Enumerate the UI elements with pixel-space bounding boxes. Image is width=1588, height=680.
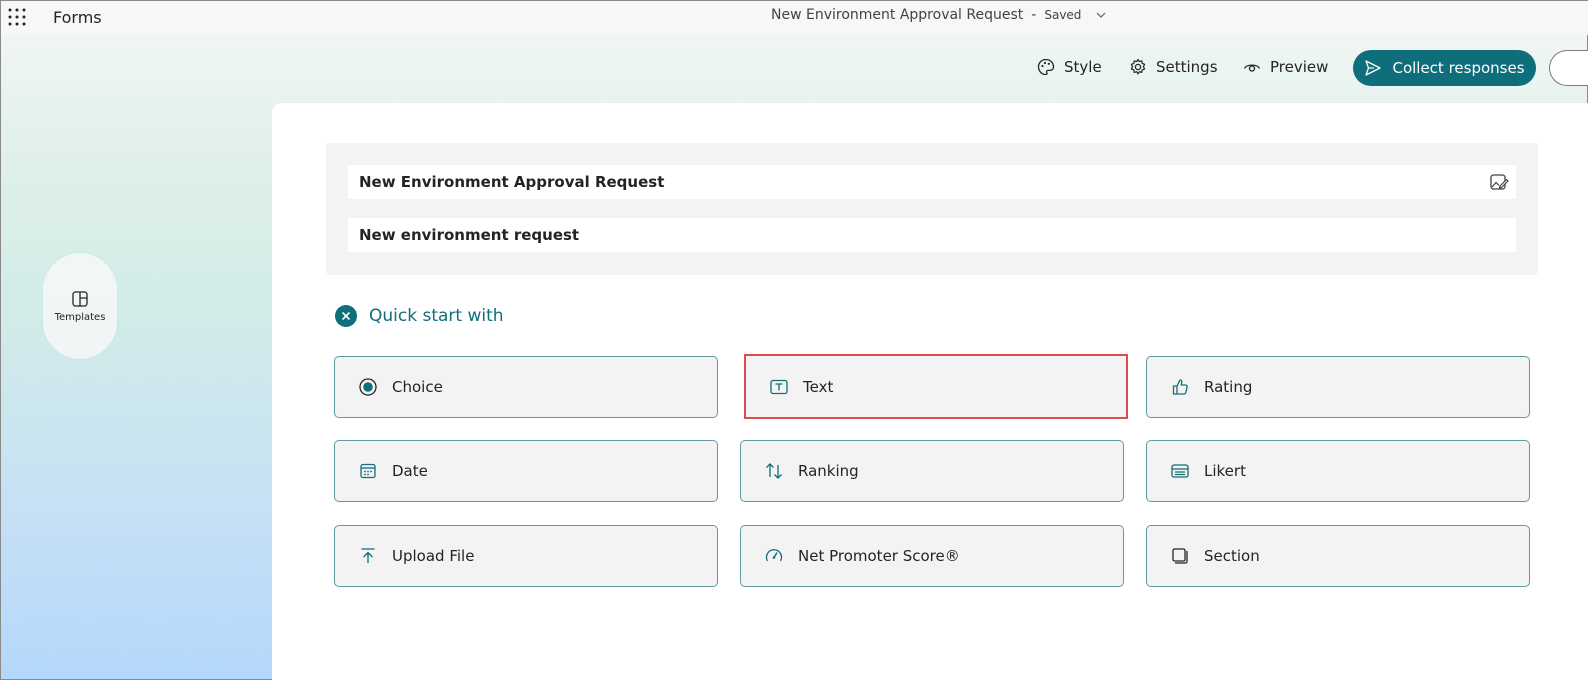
section-label: Section [1204,547,1260,565]
quick-start-header: Quick start with [335,305,504,327]
likert-label: Likert [1204,462,1246,480]
form-description: New environment request [359,226,580,244]
quick-start-text[interactable]: Text [744,354,1128,419]
form-canvas: New Environment Approval Request New env… [272,103,1588,680]
quick-start-upload-file[interactable]: Upload File [334,525,718,587]
close-icon [341,311,351,321]
form-title-field[interactable]: New Environment Approval Request [348,165,1516,199]
app-name[interactable]: Forms [53,8,102,27]
app-launcher-icon[interactable] [7,7,27,27]
arrows-up-down-icon [766,463,782,479]
text-label: Text [803,377,834,396]
share-button[interactable] [1549,50,1588,86]
save-status: Saved [1044,8,1082,22]
title-separator: - [1031,7,1037,23]
radio-icon [359,378,377,396]
send-icon [1365,60,1382,76]
preview-label: Preview [1270,58,1329,76]
style-label: Style [1064,58,1102,76]
quick-start-ranking[interactable]: Ranking [740,440,1124,502]
top-bar: Forms New Environment Approval Request -… [1,1,1588,35]
settings-button[interactable]: Settings [1128,57,1218,77]
settings-label: Settings [1156,58,1218,76]
preview-button[interactable]: Preview [1242,57,1328,77]
templates-button[interactable]: Templates [43,253,117,359]
templates-label: Templates [54,311,106,323]
close-quick-start-button[interactable] [335,305,357,327]
gear-icon [1130,58,1146,75]
text-box-icon [770,379,788,394]
chevron-down-icon [1096,12,1106,18]
command-bar: Style Settings Preview Collect responses [1,49,1588,89]
quick-start-choice[interactable]: Choice [334,356,718,418]
upload-icon [361,548,375,563]
quick-start-section[interactable]: Section [1146,525,1530,587]
net-promoter-score-label: Net Promoter Score® [798,547,960,565]
ranking-label: Ranking [798,462,859,480]
calendar-icon [360,463,376,479]
eye-icon [1243,64,1261,72]
collect-responses-label: Collect responses [1392,59,1525,77]
upload-file-label: Upload File [392,547,475,565]
form-title: New Environment Approval Request [359,173,665,191]
layout-icon [72,290,88,307]
quick-start-rating[interactable]: Rating [1146,356,1530,418]
rating-label: Rating [1204,378,1253,396]
quick-start-net-promoter-score[interactable]: Net Promoter Score® [740,525,1124,587]
collect-responses-button[interactable]: Collect responses [1353,50,1536,86]
image-edit-icon[interactable] [1488,171,1510,193]
date-label: Date [392,462,428,480]
style-button[interactable]: Style [1036,57,1102,77]
document-title-menu[interactable]: New Environment Approval Request - Saved [771,7,1107,23]
likert-grid-icon [1171,464,1189,478]
form-header: New Environment Approval Request New env… [326,143,1538,275]
document-title: New Environment Approval Request [771,7,1024,23]
palette-icon [1037,58,1055,76]
section-icon [1172,548,1188,564]
quick-start-date[interactable]: Date [334,440,718,502]
form-description-field[interactable]: New environment request [348,218,1516,252]
gauge-icon [765,549,783,562]
choice-label: Choice [392,378,443,396]
quick-start-label: Quick start with [369,306,504,326]
thumb-up-icon [1172,379,1188,395]
quick-start-likert[interactable]: Likert [1146,440,1530,502]
